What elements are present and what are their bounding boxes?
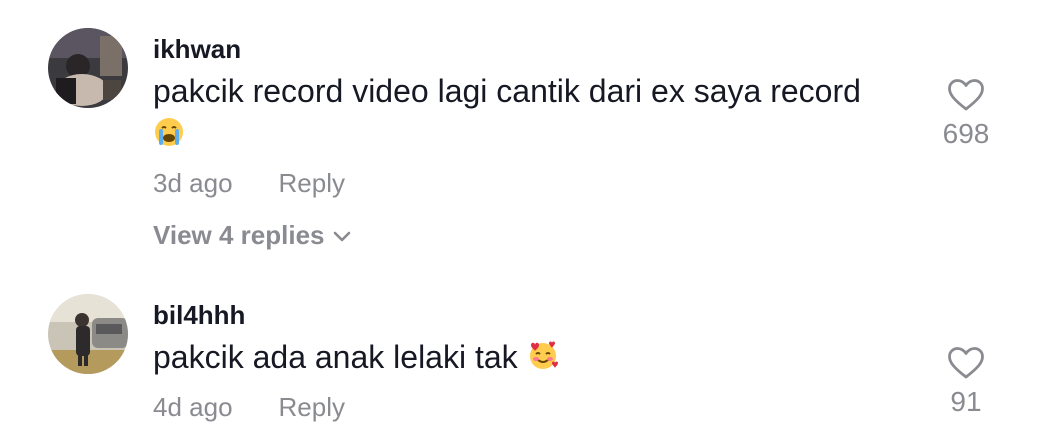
comment-timestamp: 3d ago xyxy=(153,168,233,198)
like-count: 91 xyxy=(950,386,982,417)
like-button[interactable]: 91 xyxy=(921,346,1011,418)
comment-username[interactable]: ikhwan xyxy=(153,34,241,65)
comment-username[interactable]: bil4hhh xyxy=(153,300,245,331)
avatar[interactable] xyxy=(48,294,128,374)
smiling-face-with-hearts-icon xyxy=(527,339,559,381)
loudly-crying-face-icon xyxy=(153,116,185,158)
like-button[interactable]: 698 xyxy=(921,78,1011,150)
comment-item: ikhwan pakcik record video lagi cantik d… xyxy=(0,0,1048,270)
comment-meta: 4d ago Reply xyxy=(153,392,345,423)
view-replies-label: View 4 replies xyxy=(153,220,325,250)
reply-button[interactable]: Reply xyxy=(279,392,345,422)
avatar-image xyxy=(48,28,128,108)
comment-text-content: pakcik ada anak lelaki tak xyxy=(153,339,518,375)
reply-button[interactable]: Reply xyxy=(279,168,345,198)
comment-text-content: pakcik record video lagi cantik dari ex … xyxy=(153,73,861,109)
comment-item: bil4hhh pakcik ada anak lelaki tak 4d ag… xyxy=(0,270,1048,436)
comment-text: pakcik ada anak lelaki tak xyxy=(153,336,559,381)
comment-text: pakcik record video lagi cantik dari ex … xyxy=(153,70,861,112)
comment-emoji-line xyxy=(153,113,185,158)
comment-timestamp: 4d ago xyxy=(153,392,233,422)
like-count: 698 xyxy=(942,118,990,149)
chevron-down-icon xyxy=(333,231,350,242)
heart-icon xyxy=(948,79,984,111)
comment-meta: 3d ago Reply xyxy=(153,168,345,199)
avatar[interactable] xyxy=(48,28,128,108)
heart-icon xyxy=(948,347,984,379)
avatar-image xyxy=(48,294,128,374)
view-replies-button[interactable]: View 4 replies xyxy=(153,220,351,251)
